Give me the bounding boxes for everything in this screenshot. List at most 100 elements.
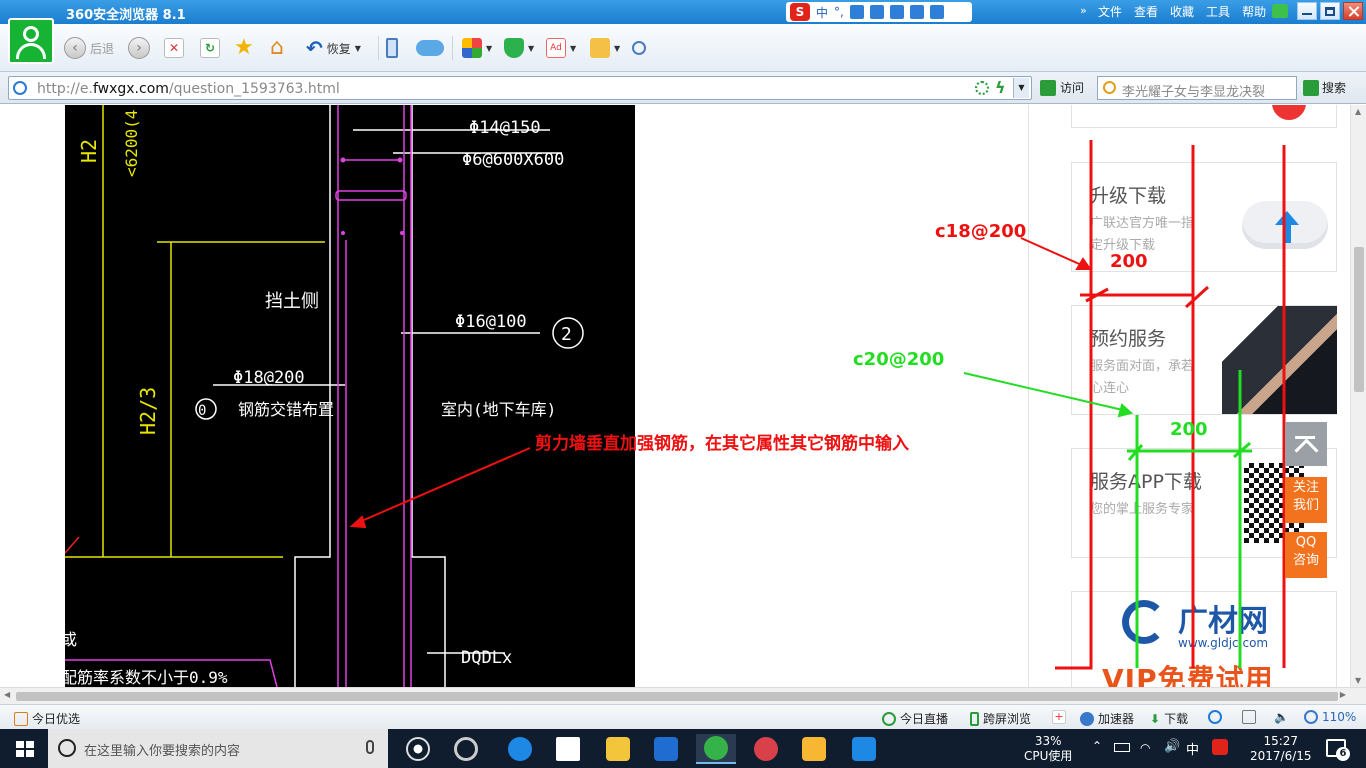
windows-start-icon[interactable]: [16, 741, 34, 757]
vertical-scroll-thumb[interactable]: [1354, 247, 1364, 392]
search-input[interactable]: 李光耀子女与李显龙决裂: [1097, 76, 1297, 100]
menu-more-icon[interactable]: »: [1080, 4, 1087, 17]
visit-button[interactable]: 访问: [1040, 79, 1084, 96]
url-dropdown-icon[interactable]: ▼: [1013, 78, 1029, 98]
taskbar-app-glodon[interactable]: [646, 734, 686, 764]
scroll-right-arrow-icon[interactable]: ▶: [1340, 690, 1346, 699]
cross-screen-button[interactable]: 跨屏浏览: [970, 710, 1031, 727]
ime-skin-icon[interactable]: [909, 5, 924, 19]
taskbar-app-recorder[interactable]: [746, 734, 786, 764]
clock[interactable]: 15:27 2017/6/15: [1250, 734, 1312, 764]
qq-consult-button[interactable]: QQ 咨询: [1285, 532, 1327, 578]
today-picks-button[interactable]: 今日优选: [14, 710, 80, 727]
gift-icon: [14, 711, 28, 726]
go-arrow-icon: [1040, 79, 1056, 96]
close-button[interactable]: [1343, 2, 1363, 20]
menu-bar: 文件 查看 收藏 工具 帮助: [1098, 3, 1266, 20]
scroll-up-arrow-icon[interactable]: ▲: [1355, 107, 1361, 116]
taskbar-app-store[interactable]: [548, 734, 588, 764]
scroll-left-arrow-icon[interactable]: ◀: [4, 690, 10, 699]
ie-mode-button[interactable]: [1208, 710, 1222, 724]
taskbar-app-360browser[interactable]: [696, 734, 736, 764]
shield-icon: [504, 38, 524, 58]
follow-us-button[interactable]: 关注 我们: [1285, 477, 1327, 523]
ime-keyboard-icon[interactable]: [869, 5, 884, 19]
ime-settings-icon[interactable]: [929, 5, 944, 19]
download-button[interactable]: ⬇ 下载: [1150, 710, 1188, 727]
taskbar-app-edge[interactable]: [500, 734, 540, 764]
ime-toolbar[interactable]: S 中 °,: [786, 2, 972, 22]
favorites-button[interactable]: ★: [234, 36, 254, 60]
wifi-icon[interactable]: ◠: [1140, 741, 1150, 755]
microphone-icon[interactable]: [366, 740, 374, 754]
search-button[interactable]: 搜索: [1303, 79, 1346, 96]
recorder-icon: [754, 737, 778, 761]
menu-favorites[interactable]: 收藏: [1170, 3, 1194, 20]
taskbar-app-swirl[interactable]: [446, 734, 486, 764]
maximize-button[interactable]: [1320, 2, 1340, 20]
refresh-icon: ↻: [200, 38, 220, 58]
user-avatar-icon[interactable]: [8, 18, 54, 64]
menu-tools[interactable]: 工具: [1206, 3, 1230, 20]
screenshot-button[interactable]: ▼: [590, 36, 620, 60]
sogou-tray-icon[interactable]: [1212, 739, 1228, 755]
restore-button[interactable]: ↶ 恢复 ▼: [306, 36, 361, 60]
taskbar-app-explorer[interactable]: [598, 734, 638, 764]
scroll-down-arrow-icon[interactable]: ▼: [1355, 676, 1361, 685]
forward-button[interactable]: ›: [128, 36, 150, 60]
volume-button[interactable]: 🔈: [1274, 710, 1289, 724]
minimize-button[interactable]: [1297, 2, 1317, 20]
back-label: 后退: [90, 41, 115, 56]
window-switch-button[interactable]: [1242, 710, 1256, 724]
url-text[interactable]: http://e.fwxgx.com/question_1593763.html: [37, 81, 340, 97]
taskbar-search-input[interactable]: 在这里输入你要搜索的内容: [48, 729, 388, 768]
cloud-button[interactable]: [416, 36, 444, 60]
battery-icon[interactable]: [1114, 743, 1130, 752]
zoom-icon: [1304, 710, 1318, 724]
magnifier-icon: [632, 41, 646, 55]
zoom-button[interactable]: [632, 36, 646, 60]
mobile-button[interactable]: [386, 36, 398, 60]
back-button[interactable]: ‹ 后退: [64, 36, 114, 60]
apps-grid-icon: [462, 38, 482, 58]
swirl-app-icon: [454, 737, 478, 761]
address-bar[interactable]: http://e.fwxgx.com/question_1593763.html…: [8, 76, 1032, 100]
speed-mode-icon[interactable]: ϟ: [995, 80, 1011, 96]
taskbar-app-taskview[interactable]: [398, 734, 438, 764]
refresh-button[interactable]: ↻: [200, 36, 220, 60]
adblock-button[interactable]: Ad ▼: [546, 36, 576, 60]
today-live-button[interactable]: 今日直播: [882, 710, 948, 727]
menu-file[interactable]: 文件: [1098, 3, 1122, 20]
tray-expand-icon[interactable]: ⌃: [1092, 739, 1102, 753]
zoom-level-button[interactable]: 110%: [1304, 710, 1356, 724]
action-center-icon[interactable]: 6: [1326, 739, 1350, 761]
ime-grid-icon[interactable]: [889, 5, 904, 19]
security-button[interactable]: ▼: [504, 36, 534, 60]
windows-stack-icon: [1242, 710, 1256, 724]
menu-help[interactable]: 帮助: [1242, 3, 1266, 20]
horizontal-scrollbar[interactable]: ◀ ▶: [0, 687, 1366, 704]
stop-button[interactable]: ✕: [164, 36, 184, 60]
ime-language-indicator[interactable]: 中: [1186, 739, 1199, 758]
ime-mic-icon[interactable]: [849, 5, 864, 19]
play-icon: [882, 711, 896, 726]
medical-button[interactable]: +: [1052, 710, 1066, 724]
apps-button[interactable]: ▼: [462, 36, 492, 60]
compat-mode-icon[interactable]: [975, 81, 989, 95]
sogou-ime-icon[interactable]: S: [790, 3, 810, 21]
chevron-down-icon: ▼: [528, 43, 535, 53]
horizontal-scroll-thumb[interactable]: [16, 692, 1338, 701]
skin-shirt-icon[interactable]: [1272, 4, 1288, 18]
taskbar-app-screenshot[interactable]: [844, 734, 884, 764]
back-to-top-button[interactable]: [1285, 422, 1327, 466]
search-engine-icon[interactable]: [1103, 81, 1116, 94]
home-button[interactable]: ⌂: [270, 36, 284, 60]
ime-lang[interactable]: 中: [816, 4, 828, 21]
accelerator-button[interactable]: 加速器: [1080, 710, 1134, 727]
volume-icon[interactable]: 🔊: [1164, 739, 1180, 754]
vertical-scrollbar[interactable]: ▲ ▼: [1350, 105, 1366, 687]
cpu-usage-indicator[interactable]: 33% CPU使用: [1024, 734, 1072, 764]
ime-punct[interactable]: °,: [834, 5, 844, 19]
menu-view[interactable]: 查看: [1134, 3, 1158, 20]
taskbar-app-notes[interactable]: [794, 734, 834, 764]
